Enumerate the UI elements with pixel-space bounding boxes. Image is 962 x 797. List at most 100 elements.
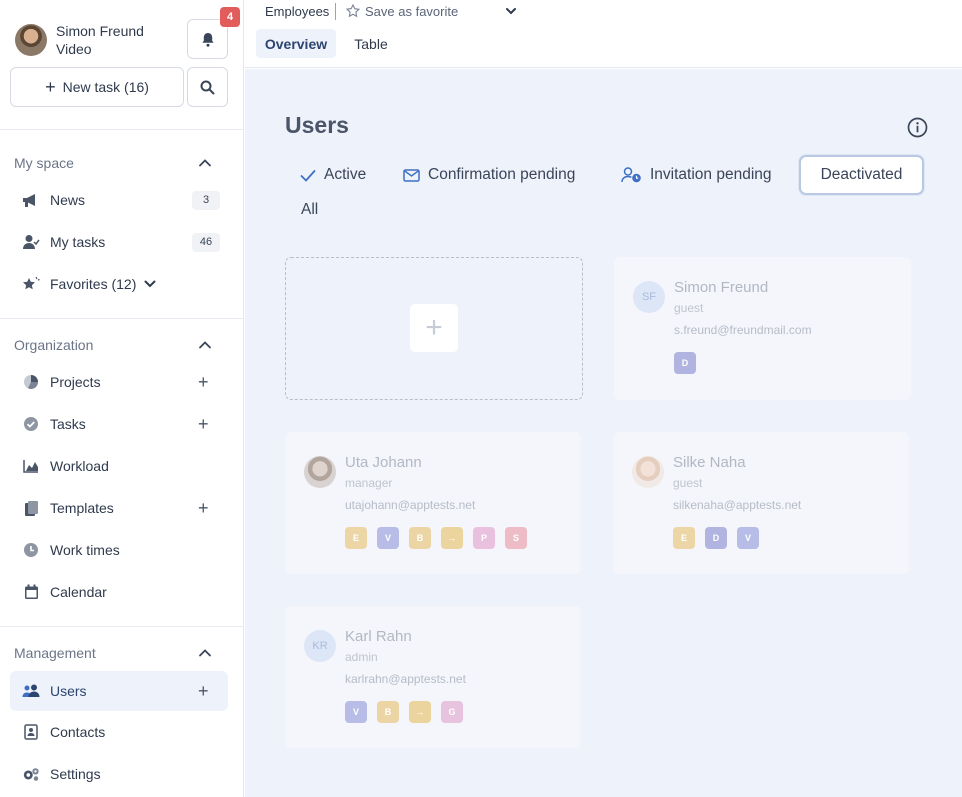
team-chip: V — [377, 527, 399, 549]
filter-label: Invitation pending — [650, 166, 772, 183]
search-button[interactable] — [187, 67, 228, 107]
sidebar-item-label: My tasks — [50, 234, 106, 250]
sidebar-item-calendar[interactable]: Calendar — [10, 572, 228, 612]
divider — [0, 318, 244, 319]
sidebar-item-label: Calendar — [50, 584, 107, 600]
team-chip: D — [705, 527, 727, 549]
star-outline-icon[interactable] — [346, 4, 360, 18]
avatar — [632, 456, 664, 488]
breadcrumb[interactable]: Employees — [265, 4, 329, 19]
user-card[interactable]: KR Karl Rahn admin karlrahn@apptests.net… — [285, 606, 581, 748]
sidebar-item-my-tasks[interactable]: My tasks 46 — [10, 222, 228, 262]
new-task-label: New task (16) — [62, 79, 149, 95]
team-chip: B — [409, 527, 431, 549]
chevron-up-icon[interactable] — [198, 646, 212, 660]
sidebar-item-label: Favorites (12) — [50, 276, 137, 292]
info-icon[interactable] — [907, 117, 928, 138]
sidebar-item-tasks[interactable]: Tasks + — [10, 404, 228, 444]
user-role: guest — [673, 476, 703, 490]
favorites-label-wrap: Favorites (12) — [50, 276, 156, 292]
sidebar-item-contacts[interactable]: Contacts — [10, 712, 228, 752]
user-email: karlrahn@apptests.net — [345, 672, 466, 686]
divider — [335, 3, 336, 20]
sidebar-item-label: News — [50, 192, 86, 208]
sidebar-item-label: Tasks — [50, 416, 86, 432]
divider — [0, 626, 244, 627]
filter-confirmation-pending[interactable]: Confirmation pending — [403, 156, 575, 194]
user-card[interactable]: Silke Naha guest silkenaha@apptests.net … — [613, 432, 909, 574]
team-chip: → — [441, 527, 463, 549]
profile-name: Simon Freund — [56, 23, 144, 39]
user-role: manager — [345, 476, 393, 490]
filter-all[interactable]: All — [301, 191, 318, 229]
team-chip: E — [673, 527, 695, 549]
gears-icon — [22, 765, 40, 783]
main-content: Users Active Confirmation pending Invita… — [245, 69, 962, 797]
calendar-icon — [22, 583, 40, 601]
sidebar: Simon Freund Video 4 + New task (16) My … — [0, 0, 244, 797]
user-email: utajohann@apptests.net — [345, 498, 476, 512]
check-icon — [300, 169, 316, 182]
top-bar: Employees Save as favorite Overview Tabl… — [245, 0, 962, 68]
sidebar-item-label: Work times — [50, 542, 120, 558]
divider — [0, 129, 244, 130]
tab-overview[interactable]: Overview — [256, 29, 336, 58]
bell-icon — [201, 32, 214, 47]
add-user-card[interactable]: + — [285, 257, 583, 400]
filter-label: Confirmation pending — [428, 166, 576, 183]
envelope-icon — [403, 168, 420, 182]
clock-icon — [22, 541, 40, 559]
team-chips: D — [674, 352, 696, 374]
section-management-title: Management — [14, 645, 96, 661]
filter-label: Active — [324, 166, 367, 183]
user-name: Karl Rahn — [345, 628, 412, 645]
save-as-favorite-button[interactable]: Save as favorite — [365, 4, 458, 19]
sidebar-item-label: Users — [50, 683, 87, 699]
chevron-up-icon[interactable] — [198, 338, 212, 352]
sidebar-item-label: Contacts — [50, 724, 106, 740]
count-badge: 3 — [192, 190, 220, 210]
avatar — [15, 24, 47, 56]
sidebar-item-news[interactable]: News 3 — [10, 180, 228, 220]
chevron-down-icon[interactable] — [505, 5, 517, 17]
user-profile[interactable]: Simon Freund Video — [15, 22, 144, 58]
section-my-space-title: My space — [14, 155, 74, 171]
tab-table[interactable]: Table — [345, 29, 397, 58]
profile-subtitle: Video — [56, 41, 92, 57]
user-card[interactable]: SF Simon Freund guest s.freund@freundmai… — [614, 257, 911, 400]
sidebar-item-settings[interactable]: Settings — [10, 754, 228, 794]
user-name: Uta Johann — [345, 454, 422, 471]
sidebar-item-workload[interactable]: Workload — [10, 446, 228, 486]
page-title: Users — [285, 112, 349, 138]
filter-active[interactable]: Active — [300, 156, 366, 194]
add-task-button[interactable]: + — [198, 415, 209, 433]
user-clock-icon — [621, 167, 642, 183]
users-icon — [22, 682, 40, 700]
user-role: guest — [674, 301, 704, 315]
chevron-down-icon[interactable] — [144, 278, 156, 290]
add-project-button[interactable]: + — [198, 373, 209, 391]
sidebar-item-label: Projects — [50, 374, 101, 390]
sidebar-item-work-times[interactable]: Work times — [10, 530, 228, 570]
add-template-button[interactable]: + — [198, 499, 209, 517]
sidebar-item-label: Templates — [50, 500, 114, 516]
plus-icon: + — [45, 77, 56, 97]
avatar — [304, 456, 336, 488]
user-name: Silke Naha — [673, 454, 746, 471]
sidebar-item-templates[interactable]: Templates + — [10, 488, 228, 528]
new-task-button[interactable]: + New task (16) — [10, 67, 184, 107]
filter-invitation-pending[interactable]: Invitation pending — [621, 156, 772, 194]
sidebar-item-favorites[interactable]: Favorites (12) — [10, 264, 228, 304]
section-organization-title: Organization — [14, 337, 94, 353]
count-badge: 46 — [192, 232, 220, 252]
sidebar-item-projects[interactable]: Projects + — [10, 362, 228, 402]
filter-label: Deactivated — [820, 166, 903, 183]
user-card[interactable]: Uta Johann manager utajohann@apptests.ne… — [285, 432, 581, 574]
user-name: Simon Freund — [674, 279, 769, 296]
team-chip: B — [377, 701, 399, 723]
sidebar-item-users[interactable]: Users + — [10, 671, 228, 711]
team-chip: P — [473, 527, 495, 549]
filter-deactivated[interactable]: Deactivated — [799, 155, 924, 195]
chevron-up-icon[interactable] — [198, 156, 212, 170]
add-user-button[interactable]: + — [198, 682, 209, 700]
